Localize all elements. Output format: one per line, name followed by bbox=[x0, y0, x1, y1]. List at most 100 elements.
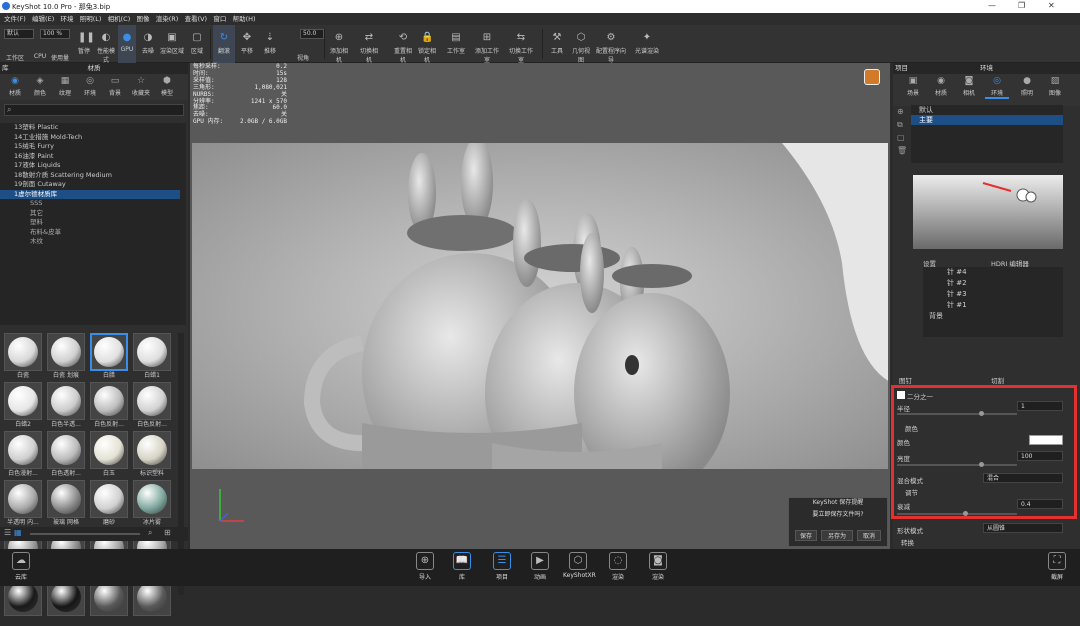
studio-button[interactable]: 工作室 bbox=[447, 48, 465, 55]
tab-colors[interactable]: ◈ 颜色 bbox=[29, 76, 51, 97]
menu-edit[interactable]: 编辑(E) bbox=[32, 13, 54, 25]
menu-environment[interactable]: 环境 bbox=[60, 13, 73, 25]
tab-backgrounds[interactable]: ▭ 背景 bbox=[104, 76, 126, 97]
menu-camera[interactable]: 相机(C) bbox=[108, 13, 131, 25]
switch-camera-button[interactable]: 切换相机 bbox=[360, 48, 378, 64]
pan-button[interactable]: 平移 bbox=[241, 48, 253, 55]
library-search-input[interactable]: ⌕ bbox=[4, 104, 184, 116]
animation-button[interactable]: 动画 bbox=[534, 574, 546, 581]
keyshotxr-button[interactable]: KeyShotXR bbox=[563, 572, 596, 579]
render-viewport[interactable]: 每秒采样: 0.2 时间: 15s 采样值: 128 三角形: 1,080,021 NURBS:… bbox=[190, 63, 890, 549]
material-tile[interactable]: 白腊 bbox=[90, 333, 128, 381]
list-item-selected[interactable]: 主要 bbox=[911, 115, 1063, 125]
tree-item[interactable]: 13塑料 Plastic bbox=[0, 123, 180, 133]
tree-item-selected[interactable]: 1虚尔德材质库 bbox=[0, 189, 180, 199]
cancel-button[interactable]: 取消 bbox=[857, 530, 881, 541]
menu-help[interactable]: 帮助(H) bbox=[233, 13, 256, 25]
save-button[interactable]: 保存 bbox=[795, 530, 817, 541]
tree-scrollbar[interactable] bbox=[180, 123, 186, 325]
tab-scene[interactable]: ▣ 场景 bbox=[901, 76, 925, 97]
material-tile[interactable]: 冰片雾 bbox=[133, 480, 171, 528]
geometry-view-button[interactable]: 几何视图 bbox=[572, 48, 590, 64]
material-tile[interactable]: 玻璃 网格 bbox=[47, 480, 85, 528]
cloud-library-button[interactable]: 云库 bbox=[15, 574, 27, 581]
close-button[interactable]: ✕ bbox=[1048, 1, 1055, 10]
region-button[interactable]: 区域 bbox=[191, 48, 203, 55]
render-disabled-button[interactable]: 渲染 bbox=[612, 574, 624, 581]
tree-item[interactable]: 15绒毛 Furry bbox=[0, 142, 180, 152]
cutout-section[interactable]: 切割 bbox=[991, 375, 1004, 385]
tree-item[interactable]: 14工业措施 Mold-Tech bbox=[0, 133, 180, 143]
menu-lighting[interactable]: 照明(L) bbox=[80, 13, 102, 25]
shape-mode-select[interactable]: 从圆锥 bbox=[983, 523, 1063, 533]
menu-render[interactable]: 渲染(R) bbox=[156, 13, 179, 25]
tab-material[interactable]: ◉ 材质 bbox=[929, 76, 953, 97]
search-small-icon[interactable]: ⌕ bbox=[148, 528, 152, 538]
tools-button[interactable]: 工具 bbox=[551, 48, 563, 55]
pin-section[interactable]: 图钉 bbox=[899, 375, 912, 385]
duplicate-icon[interactable]: ⧉ bbox=[897, 118, 907, 131]
tab-camera[interactable]: ◙ 相机 bbox=[957, 76, 981, 97]
tumble-button[interactable]: 翻滚 bbox=[218, 48, 230, 55]
transform-section[interactable]: 转换 bbox=[901, 537, 914, 547]
add-camera-button[interactable]: 添加相机 bbox=[330, 48, 348, 64]
material-tile[interactable]: 白色半透... bbox=[47, 382, 85, 430]
menu-image[interactable]: 图像 bbox=[137, 13, 150, 25]
material-tile[interactable]: 白瓷 bbox=[4, 333, 42, 381]
tab-favorites[interactable]: ☆ 收藏夹 bbox=[130, 76, 152, 97]
render-region-button[interactable]: 渲染区域 bbox=[160, 48, 184, 55]
add-studio-button[interactable]: 添加工作室 bbox=[475, 48, 499, 64]
material-tile[interactable]: 白瓷 划痕 bbox=[47, 333, 85, 381]
list-view-icon[interactable]: ☰ bbox=[4, 528, 11, 537]
material-tile[interactable]: 白色漫射... bbox=[4, 431, 42, 479]
material-tile[interactable]: 白蜡1 bbox=[133, 333, 171, 381]
tree-item[interactable]: 19剖面 Cutaway bbox=[0, 180, 180, 190]
import-button[interactable]: 导入 bbox=[419, 574, 431, 581]
library-button[interactable]: 库 bbox=[459, 574, 465, 581]
list-item[interactable]: 针 #4 bbox=[923, 267, 1063, 278]
performance-mode-button[interactable]: 性能模式 bbox=[97, 48, 115, 64]
material-tile[interactable]: 白蜡2 bbox=[4, 382, 42, 430]
list-item[interactable]: 针 #1 bbox=[923, 300, 1063, 311]
lock-camera-button[interactable]: 锁定相机 bbox=[418, 48, 436, 64]
hdri-preview[interactable] bbox=[913, 175, 1063, 249]
minimize-button[interactable]: — bbox=[988, 1, 996, 10]
save-as-button[interactable]: 另存为 bbox=[821, 530, 853, 541]
pause-button[interactable]: 暂停 bbox=[78, 48, 90, 55]
tree-item[interactable]: 16油漆 Paint bbox=[0, 152, 180, 162]
grid-view-icon[interactable]: ▦ bbox=[14, 528, 22, 537]
list-item[interactable]: 针 #3 bbox=[923, 289, 1063, 300]
tree-subitem[interactable]: 木纹 bbox=[0, 237, 180, 247]
add-folder-icon[interactable]: ⊞ bbox=[164, 528, 171, 537]
tab-materials[interactable]: ◉ 材质 bbox=[4, 76, 26, 97]
menu-view[interactable]: 查看(V) bbox=[185, 13, 208, 25]
project-button[interactable]: 项目 bbox=[496, 574, 508, 581]
copy-icon[interactable]: ▢ bbox=[897, 131, 907, 144]
gpu-button[interactable]: GPU bbox=[121, 46, 134, 53]
menu-window[interactable]: 窗口 bbox=[213, 13, 226, 25]
material-tile[interactable]: 磨砂 bbox=[90, 480, 128, 528]
denoise-button[interactable]: 去噪 bbox=[142, 48, 154, 55]
maximize-button[interactable]: ❐ bbox=[1018, 1, 1025, 10]
tree-subitem[interactable]: 塑料 bbox=[0, 218, 180, 228]
cpu-label[interactable]: CPU bbox=[34, 53, 46, 60]
render-button[interactable]: 渲染 bbox=[652, 574, 664, 581]
list-item[interactable]: 默认 bbox=[911, 105, 1063, 115]
list-item[interactable]: 针 #2 bbox=[923, 278, 1063, 289]
tree-item[interactable]: 17液体 Liquids bbox=[0, 161, 180, 171]
workspace-label[interactable]: 工作区 bbox=[6, 55, 24, 62]
configurator-wizard-button[interactable]: 配置程序向导 bbox=[596, 48, 626, 64]
tree-subitem[interactable]: 布料&皮革 bbox=[0, 228, 180, 238]
tree-subitem[interactable]: 其它 bbox=[0, 209, 180, 219]
switch-studio-button[interactable]: 切换工作室 bbox=[509, 48, 533, 64]
reset-camera-button[interactable]: 重置相机 bbox=[394, 48, 412, 64]
tree-subitem[interactable]: SSS bbox=[0, 199, 180, 209]
menu-file[interactable]: 文件(F) bbox=[4, 13, 26, 25]
tab-textures[interactable]: ▦ 纹理 bbox=[54, 76, 76, 97]
tree-item[interactable]: 18散射介质 Scattering Medium bbox=[0, 171, 180, 181]
material-tile[interactable]: 白色反射... bbox=[133, 382, 171, 430]
add-environment-icon[interactable]: ⊕ bbox=[897, 105, 907, 118]
hdri-icon[interactable] bbox=[864, 69, 880, 85]
background-item[interactable]: 背景 bbox=[923, 311, 1063, 322]
material-tile[interactable]: 白玉 bbox=[90, 431, 128, 479]
